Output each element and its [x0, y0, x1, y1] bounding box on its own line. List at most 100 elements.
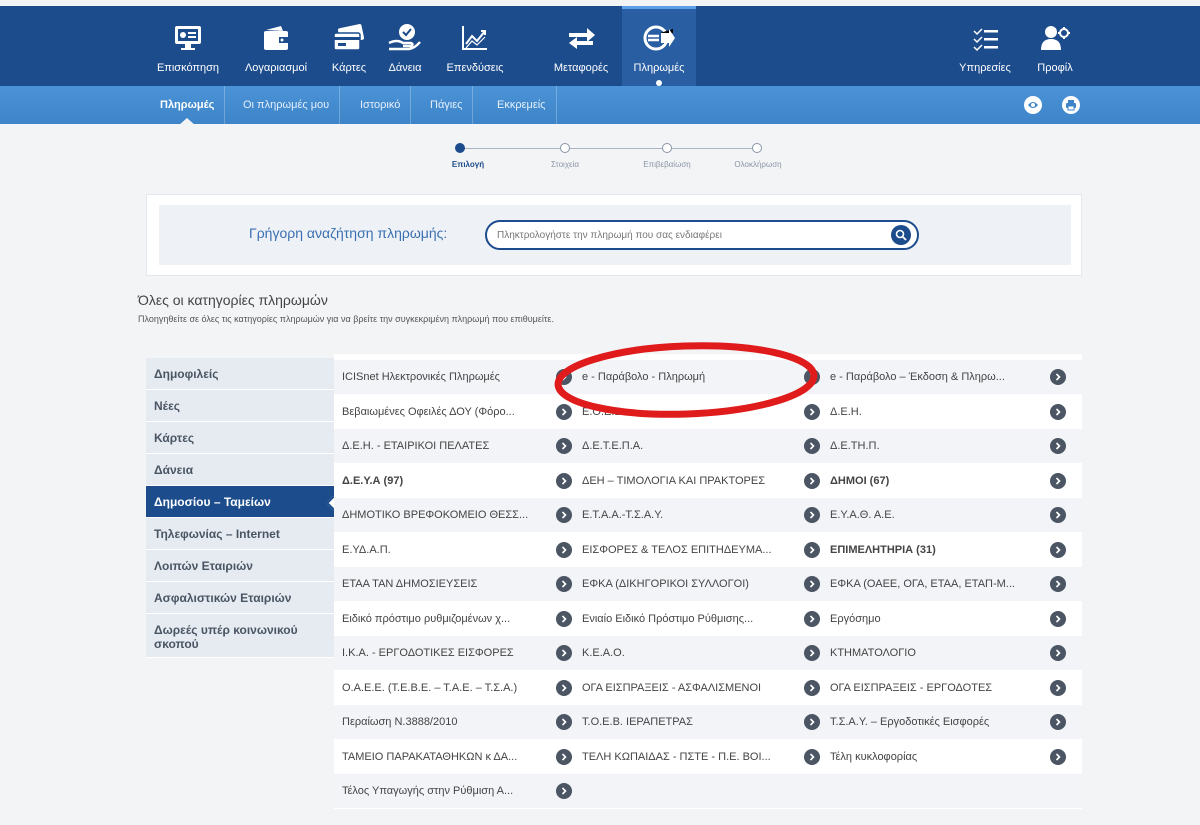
payment-item[interactable]: ΤΕΛΗ ΚΩΠΑΙΔΑΣ - ΠΣΤΕ - Π.Ε. ΒΟΙ...	[582, 740, 814, 774]
chevron-right-icon[interactable]	[556, 576, 572, 592]
chevron-right-icon[interactable]	[1050, 748, 1066, 765]
payment-item[interactable]: ΔΕΗ – ΤΙΜΟΛΟΓΙΑ ΚΑΙ ΠΡΑΚΤΟΡΕΣ	[582, 464, 814, 498]
chevron-right-icon[interactable]	[1050, 576, 1066, 592]
payment-item[interactable]: ΕΦΚΑ (ΟΑΕΕ, ΟΓΑ, ΕΤΑΑ, ΕΤΑΠ-Μ...	[830, 567, 1064, 601]
chevron-right-icon[interactable]	[556, 369, 572, 385]
chevron-right-icon[interactable]	[556, 472, 572, 489]
payment-item[interactable]: Δ.Ε.Τ.Ε.Π.Α.	[582, 429, 814, 463]
sidebar-item-cards[interactable]: Κάρτες	[146, 422, 334, 454]
payment-item[interactable]: ΔΗΜΟΤΙΚΟ ΒΡΕΦΟΚΟΜΕΙΟ ΘΕΣΣ...	[342, 498, 574, 532]
chevron-right-icon[interactable]	[556, 541, 572, 558]
chevron-right-icon[interactable]	[1050, 438, 1066, 454]
chevron-right-icon[interactable]	[1050, 369, 1066, 385]
chevron-right-icon[interactable]	[556, 507, 572, 523]
chevron-right-icon[interactable]	[1050, 507, 1066, 523]
sidebar-item-popular[interactable]: Δημοφιλείς	[146, 358, 334, 390]
chevron-right-icon[interactable]	[804, 507, 820, 523]
payment-item[interactable]: Εργόσημο	[830, 602, 1064, 636]
payment-item[interactable]: ΔΗΜΟΙ (67)	[830, 464, 1064, 498]
chevron-right-icon[interactable]	[1050, 403, 1066, 420]
nav-investments[interactable]: Επενδύσεις	[440, 6, 510, 86]
nav-cards[interactable]: Κάρτες	[324, 6, 374, 86]
chevron-right-icon[interactable]	[1050, 541, 1066, 558]
nav-overview[interactable]: Επισκόπηση	[152, 6, 224, 86]
payment-item[interactable]: ΟΓΑ ΕΙΣΠΡΑΞΕΙΣ - ΑΣΦΑΛΙΣΜΕΝΟΙ	[582, 671, 814, 705]
chevron-right-icon[interactable]	[1050, 714, 1066, 730]
chevron-right-icon[interactable]	[1050, 679, 1066, 696]
chevron-right-icon[interactable]	[804, 610, 820, 627]
payment-item[interactable]: ΟΓΑ ΕΙΣΠΡΑΞΕΙΣ - ΕΡΓΟΔΟΤΕΣ	[830, 671, 1064, 705]
payment-item[interactable]: Ο.Α.Ε.Ε. (Τ.Ε.Β.Ε. – Τ.Α.Ε. – Τ.Σ.Α.)	[342, 671, 574, 705]
nav-loans[interactable]: Δάνεια	[380, 6, 430, 86]
chevron-right-icon[interactable]	[804, 403, 820, 420]
chevron-right-icon[interactable]	[556, 610, 572, 627]
search-icon[interactable]	[891, 225, 911, 245]
chevron-right-icon[interactable]	[804, 714, 820, 730]
payment-item[interactable]: Δ.Ε.Υ.Α (97)	[342, 464, 574, 498]
payment-item[interactable]: Κ.Ε.Α.Ο.	[582, 636, 814, 670]
payment-item[interactable]: ΕΙΣΦΟΡΕΣ & ΤΕΛΟΣ ΕΠΙΤΗΔΕΥΜΑ...	[582, 533, 814, 567]
nav-services[interactable]: Υπηρεσίες	[950, 6, 1020, 86]
sidebar-item-loans[interactable]: Δάνεια	[146, 454, 334, 486]
subtab-my-payments[interactable]: Οι πληρωμές μου	[233, 86, 341, 124]
payment-item[interactable]: Βεβαιωμένες Οφειλές ΔΟΥ (Φόρο...	[342, 395, 574, 429]
payment-item[interactable]: ΤΑΜΕΙΟ ΠΑΡΑΚΑΤΑΘΗΚΩΝ κ ΔΑ...	[342, 740, 574, 774]
payment-item[interactable]: Ε.Τ.Α.Α.-Τ.Σ.Α.Υ.	[582, 498, 814, 532]
chevron-right-icon[interactable]	[804, 576, 820, 592]
payment-item[interactable]: Δ.Ε.Η.	[830, 395, 1064, 429]
payment-item[interactable]: Δ.Ε.Η. - ΕΤΑΙΡΙΚΟΙ ΠΕΛΑΤΕΣ	[342, 429, 574, 463]
payment-item[interactable]: ΕΦΚΑ (ΔΙΚΗΓΟΡΙΚΟΙ ΣΥΛΛΟΓΟΙ)	[582, 567, 814, 601]
nav-transfers[interactable]: Μεταφορές	[546, 6, 616, 86]
chevron-right-icon[interactable]	[1050, 645, 1066, 661]
chevron-right-icon[interactable]	[556, 645, 572, 661]
payment-item[interactable]: e - Παράβολο – Έκδοση & Πληρω...	[830, 360, 1064, 394]
subtab-standing[interactable]: Πάγιες	[420, 86, 474, 124]
subtab-payments[interactable]: Πληρωμές	[150, 86, 226, 124]
payment-item[interactable]: Τέλη κυκλοφορίας	[830, 740, 1064, 774]
payment-item[interactable]: Περαίωση Ν.3888/2010	[342, 705, 574, 739]
chevron-right-icon[interactable]	[556, 679, 572, 696]
sidebar-item-public-funds[interactable]: Δημοσίου – Ταμείων	[146, 486, 334, 518]
payment-item[interactable]: Ειδικό πρόστιμο ρυθμιζομένων χ...	[342, 602, 574, 636]
chevron-right-icon[interactable]	[1050, 610, 1066, 627]
sidebar-item-donations[interactable]: Δωρεές υπέρ κοινωνικού σκοπού	[146, 614, 334, 658]
payment-item[interactable]: ΕΠΙΜΕΛΗΤΗΡΙΑ (31)	[830, 533, 1064, 567]
chevron-right-icon[interactable]	[804, 438, 820, 454]
chevron-right-icon[interactable]	[556, 403, 572, 420]
chevron-right-icon[interactable]	[556, 748, 572, 765]
payment-item[interactable]: Τ.Σ.Α.Υ. – Εργοδοτικές Εισφορές	[830, 705, 1064, 739]
chevron-right-icon[interactable]	[1050, 472, 1066, 489]
payment-item[interactable]: ΚΤΗΜΑΤΟΛΟΓΙΟ	[830, 636, 1064, 670]
chevron-right-icon[interactable]	[556, 783, 572, 799]
payment-item[interactable]: Τέλος Υπαγωγής στην Ρύθμιση Α...	[342, 774, 574, 808]
search-input[interactable]	[497, 222, 877, 248]
sidebar-item-other-companies[interactable]: Λοιπών Εταιριών	[146, 550, 334, 582]
chevron-right-icon[interactable]	[804, 541, 820, 558]
chevron-right-icon[interactable]	[804, 679, 820, 696]
subtab-history[interactable]: Ιστορικό	[350, 86, 412, 124]
sidebar-item-new[interactable]: Νέες	[146, 390, 334, 422]
nav-profile[interactable]: Προφίλ	[1028, 6, 1082, 86]
nav-accounts[interactable]: Λογαριασμοί	[236, 6, 316, 86]
chevron-right-icon[interactable]	[556, 438, 572, 454]
payment-item[interactable]: e - Παράβολο - Πληρωμή	[582, 360, 814, 394]
print-icon[interactable]	[1062, 96, 1080, 114]
chevron-right-icon[interactable]	[804, 472, 820, 489]
chevron-right-icon[interactable]	[804, 748, 820, 765]
payment-item[interactable]: Τ.Ο.Ε.Β. ΙΕΡΑΠΕΤΡΑΣ	[582, 705, 814, 739]
payment-item[interactable]: ΕΤΑΑ ΤΑΝ ΔΗΜΟΣΙΕΥΣΕΙΣ	[342, 567, 574, 601]
chevron-right-icon[interactable]	[804, 369, 820, 385]
chevron-right-icon[interactable]	[556, 714, 572, 730]
sidebar-item-telecom[interactable]: Τηλεφωνίας – Internet	[146, 518, 334, 550]
payment-item[interactable]: Δ.Ε.ΤΗ.Π.	[830, 429, 1064, 463]
payment-item[interactable]: ICISnet Ηλεκτρονικές Πληρωμές	[342, 360, 574, 394]
payment-item[interactable]: Ε.ΥΔ.Α.Π.	[342, 533, 574, 567]
sidebar-item-insurance[interactable]: Ασφαλιστικών Εταιριών	[146, 582, 334, 614]
payment-item[interactable]: Ε.Ο.Ε.Β.	[582, 395, 814, 429]
payment-item[interactable]: Ι.Κ.Α. - ΕΡΓΟΔΟΤΙΚΕΣ ΕΙΣΦΟΡΕΣ	[342, 636, 574, 670]
payment-item[interactable]: Ενιαίο Ειδικό Πρόστιμο Ρύθμισης...	[582, 602, 814, 636]
eye-icon[interactable]	[1024, 96, 1042, 114]
subtab-pending[interactable]: Εκκρεμείς	[487, 86, 557, 124]
nav-payments[interactable]: Πληρωμές	[622, 6, 696, 86]
chevron-right-icon[interactable]	[804, 645, 820, 661]
